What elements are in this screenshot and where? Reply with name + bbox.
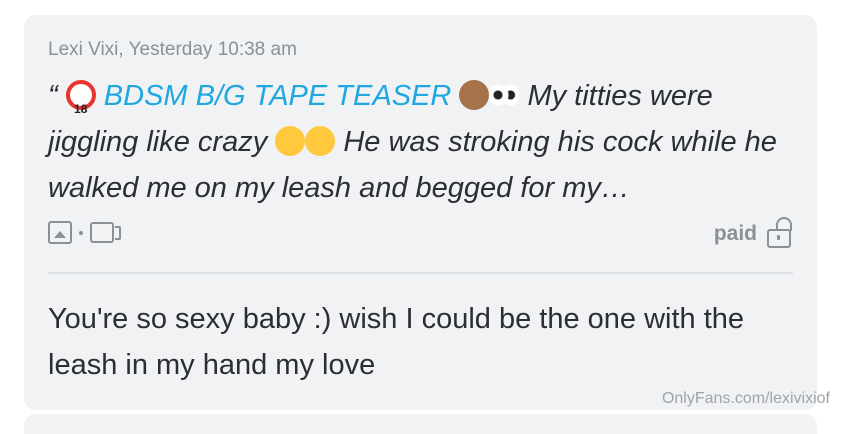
- unlock-icon: [767, 217, 792, 248]
- next-message-card: [24, 414, 817, 434]
- squinting-tongue-icon: [275, 126, 306, 156]
- separator-dot: [79, 230, 83, 235]
- see-no-evil-monkey-icon: [459, 80, 490, 110]
- weary-face-icon: [305, 126, 336, 156]
- quote-mark: “: [48, 80, 58, 112]
- image-icon: [48, 221, 72, 244]
- paid-status: paid: [713, 217, 792, 248]
- quoted-post-text[interactable]: “ BDSM B/G TAPE TEASER My titties were j…: [48, 73, 788, 211]
- watermark: OnlyFans.com/lexivixiof: [661, 390, 830, 407]
- video-icon: [90, 222, 121, 243]
- divider: [48, 272, 793, 274]
- eyes-icon: [489, 80, 520, 110]
- post-meta: Lexi Vixi, Yesterday 10:38 am: [48, 39, 297, 60]
- paid-label: paid: [713, 221, 757, 245]
- no-under-18-icon: [65, 80, 96, 132]
- reply-message: You're so sexy baby :) wish I could be t…: [48, 303, 745, 381]
- quoted-post-card[interactable]: Lexi Vixi, Yesterday 10:38 am “ BDSM B/G…: [24, 15, 817, 410]
- attachments-row: [48, 221, 121, 244]
- teaser-title: BDSM B/G TAPE TEASER: [103, 80, 452, 112]
